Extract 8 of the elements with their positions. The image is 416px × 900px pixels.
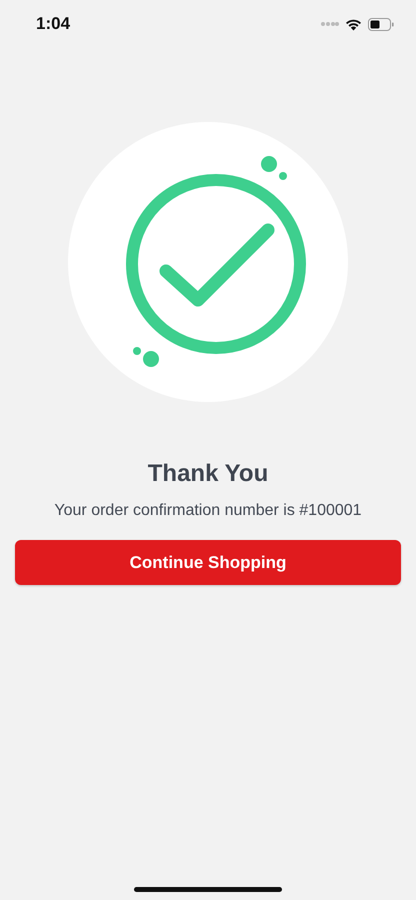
dot-icon [132, 346, 160, 368]
confirmation-message: Your order confirmation number is #100001 [54, 502, 362, 520]
signal-icon [321, 21, 339, 27]
status-time: 1:04 [36, 14, 70, 34]
battery-icon [368, 18, 394, 30]
wifi-icon [345, 18, 362, 30]
thank-you-title: Thank You [148, 460, 268, 488]
continue-shopping-button[interactable]: Continue Shopping [15, 540, 401, 585]
